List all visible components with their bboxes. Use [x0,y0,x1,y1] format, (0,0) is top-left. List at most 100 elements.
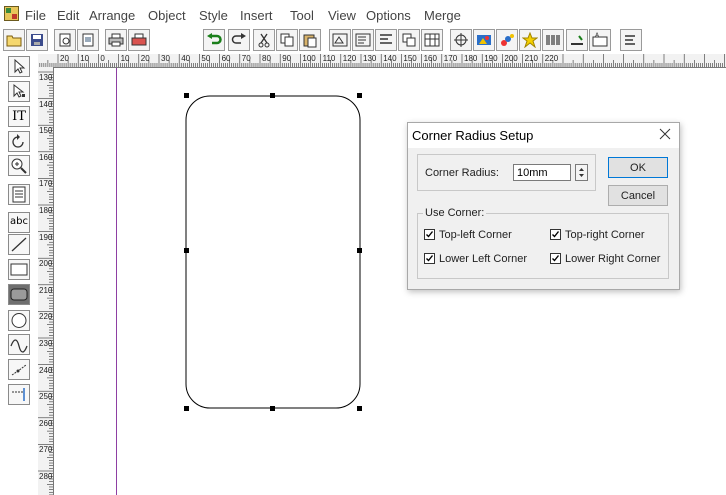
ok-button[interactable]: OK [608,157,668,178]
group-icon[interactable] [329,29,351,51]
menu-merge[interactable]: Merge [424,8,461,23]
selection-handle-top-right[interactable] [357,93,362,98]
open-folder-icon[interactable] [3,29,25,51]
checkbox-check-icon[interactable] [424,253,435,264]
text-frame-icon[interactable]: A [589,29,611,51]
ruler-label: 150 [403,54,417,63]
ungroup-icon[interactable] [352,29,374,51]
app-icon [4,6,19,21]
ruler-label: 230 [39,339,53,348]
ruler-label: 270 [39,445,53,455]
selection-handle-left[interactable] [184,248,189,253]
selection-handle-top[interactable] [270,93,275,98]
checkbox-check-icon[interactable] [550,229,561,240]
print-icon[interactable] [105,29,127,51]
tool-palette: IT abc [0,54,38,495]
pointer-tool-icon[interactable] [8,56,30,77]
rounded-rectangle-shape[interactable] [180,90,370,415]
barcode-icon[interactable] [542,29,564,51]
lower-right-corner-label: Lower Right Corner [565,253,661,265]
ruler-label: 140 [383,54,397,63]
selection-handle-bottom[interactable] [270,406,275,411]
ruler-label: 100 [302,54,316,63]
menu-object[interactable]: Object [148,8,186,23]
export-icon[interactable] [128,29,150,51]
use-corner-label: Use Corner: [423,207,487,219]
cut-icon[interactable] [253,29,275,51]
ruler-label: 120 [342,54,357,63]
menu-insert[interactable]: Insert [240,8,273,23]
polyline-tool-icon[interactable] [8,359,30,380]
zoom-tool-icon[interactable] [8,155,30,176]
spin-up-icon [579,168,584,171]
lower-right-corner-checkbox[interactable]: Lower Right Corner [550,253,660,265]
selection-handle-bottom-left[interactable] [184,406,189,411]
abc-tool-label: abc [10,216,28,227]
lower-left-corner-checkbox[interactable]: Lower Left Corner [424,253,527,265]
measure-icon[interactable] [566,29,588,51]
corner-radius-input[interactable] [513,164,571,181]
use-corner-group: Use Corner: Top-left Corner Top-right Co… [417,207,669,279]
ruler-label: 210 [39,285,53,295]
ruler-label: 40 [181,54,191,63]
dimension-tool-icon[interactable] [8,384,30,405]
rectangle-tool-icon[interactable] [8,259,30,280]
line-tool-icon[interactable] [8,234,30,255]
table-icon[interactable] [421,29,443,51]
rounded-rectangle-tool-icon[interactable] [8,284,30,305]
copy-icon[interactable] [276,29,298,51]
menu-edit[interactable]: Edit [57,8,79,23]
ruler-label: 240 [39,365,53,375]
ruler-label: 170 [39,179,53,189]
dialog-titlebar[interactable]: Corner Radius Setup [408,123,679,148]
ellipse-tool-icon[interactable] [8,310,30,331]
ruler-label: 0 [100,54,105,63]
star-icon[interactable] [519,29,541,51]
radius-spinner[interactable] [575,164,588,181]
print-preview-icon[interactable] [54,29,76,51]
selection-handle-bottom-right[interactable] [357,406,362,411]
redo-icon[interactable] [228,29,250,51]
curve-tool-icon[interactable] [8,334,30,355]
main-toolbar: A [0,28,726,55]
text-box-tool-icon[interactable]: abc [8,212,30,233]
ruler-label: 210 [524,54,538,63]
corner-radius-dialog: Corner Radius Setup Corner Radius: OK Ca… [407,122,680,290]
color-fill-icon[interactable] [473,29,495,51]
ruler-label: 220 [39,312,53,322]
order-icon[interactable] [398,29,420,51]
line-color-icon[interactable] [496,29,518,51]
menu-options[interactable]: Options [366,8,411,23]
node-edit-tool-icon[interactable] [8,81,30,102]
menu-tool[interactable]: Tool [290,8,314,23]
top-right-corner-checkbox[interactable]: Top-right Corner [550,229,644,241]
menu-style[interactable]: Style [199,8,228,23]
menu-arrange[interactable]: Arrange [89,8,135,23]
undo-icon[interactable] [203,29,225,51]
top-left-corner-label: Top-left Corner [439,229,512,241]
close-icon[interactable] [657,126,673,142]
ruler-label: 280 [39,472,53,481]
page-tool-icon[interactable] [8,184,30,205]
rotate-tool-icon[interactable] [8,131,30,152]
more-icon[interactable] [620,29,642,51]
move-icon[interactable] [450,29,472,51]
ruler-label: 190 [39,232,53,242]
paste-icon[interactable] [299,29,321,51]
text-tool-icon[interactable]: IT [8,106,30,127]
spin-down-icon [579,174,584,177]
checkbox-check-icon[interactable] [550,253,561,264]
ruler-label: 140 [39,99,53,109]
cancel-button[interactable]: Cancel [608,185,668,206]
selection-handle-top-left[interactable] [184,93,189,98]
page-setup-icon[interactable] [77,29,99,51]
align-icon[interactable] [375,29,397,51]
ruler-label: 260 [39,418,53,428]
checkbox-check-icon[interactable] [424,229,435,240]
menu-view[interactable]: View [328,8,356,23]
menu-bar: File Edit Arrange Object Style Insert To… [0,0,726,28]
selection-handle-right[interactable] [357,248,362,253]
menu-file[interactable]: File [25,8,46,23]
top-left-corner-checkbox[interactable]: Top-left Corner [424,229,512,241]
save-icon[interactable] [26,29,48,51]
